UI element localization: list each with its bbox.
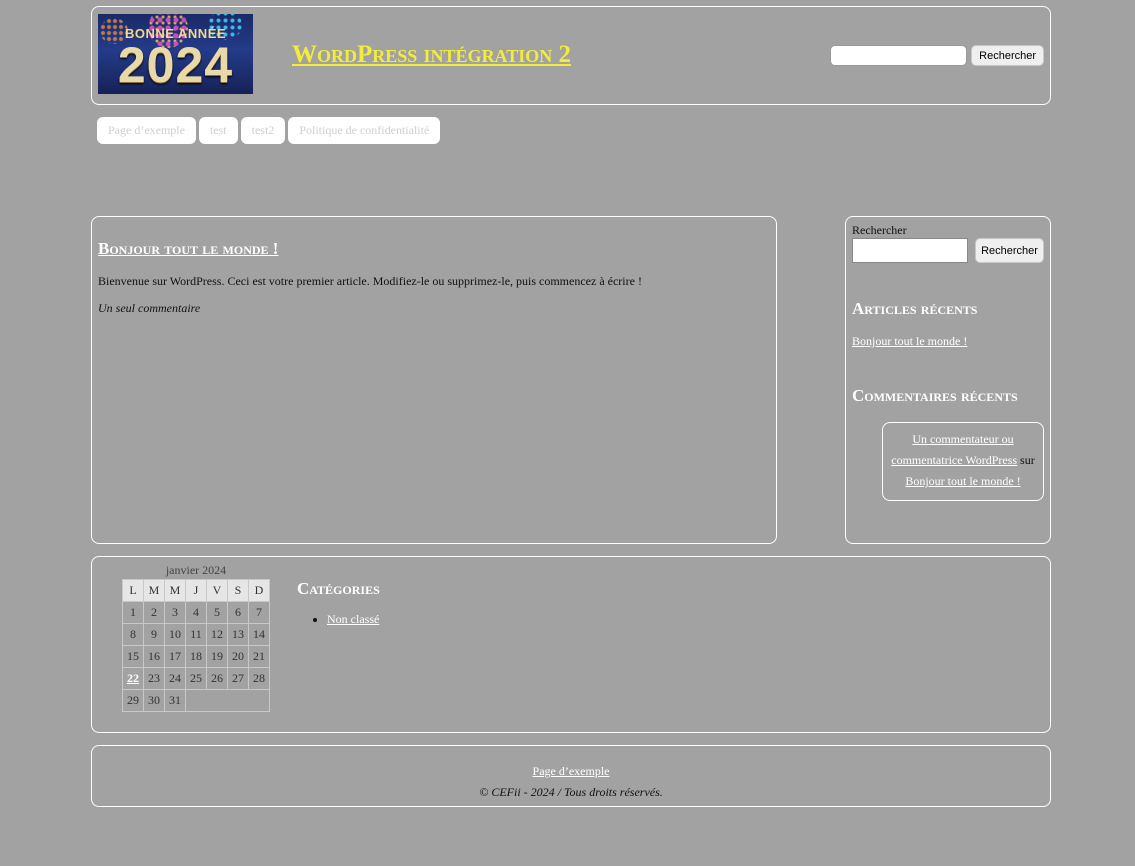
footer-widgets: janvier 2024 L M M J V S D 1 2 3 4 5 6 7 <box>91 556 1051 733</box>
footer-copyright: © CEFii - 2024 / Tous droits réservés. <box>479 785 663 799</box>
calendar-weekday: J <box>185 579 207 602</box>
site-title-link[interactable]: WordPress intégration 2 <box>292 41 571 69</box>
calendar-day: 7 <box>248 601 270 624</box>
calendar-week-row: 22 23 24 25 26 27 28 <box>122 667 270 690</box>
calendar-day: 6 <box>227 601 249 624</box>
calendar-weekday: V <box>206 579 228 602</box>
post-title-link[interactable]: Bonjour tout le monde ! <box>98 239 278 259</box>
calendar-day: 4 <box>185 601 207 624</box>
category-link[interactable]: Non classé <box>327 612 379 626</box>
calendar-day: 26 <box>206 667 228 690</box>
header-search-form: Rechercher <box>830 45 1044 66</box>
calendar-caption: janvier 2024 <box>165 563 227 577</box>
recent-comments-title: Commentaires récents <box>852 386 1018 405</box>
calendar-day: 9 <box>143 623 165 646</box>
site-footer: Page d’exemple © CEFii - 2024 / Tous dro… <box>91 745 1051 807</box>
calendar-empty-cell <box>185 689 270 712</box>
calendar-day: 31 <box>164 689 186 712</box>
calendar-day: 10 <box>164 623 186 646</box>
calendar-weekday: L <box>122 579 144 602</box>
calendar-day: 21 <box>248 645 270 668</box>
calendar-day: 30 <box>143 689 165 712</box>
header-search-button[interactable]: Rechercher <box>971 45 1044 66</box>
sidebar: Rechercher Rechercher Articles récents B… <box>845 216 1051 544</box>
category-item: Non classé <box>327 612 379 627</box>
main-content: Bonjour tout le monde ! Bienvenue sur Wo… <box>91 216 777 544</box>
calendar-day: 29 <box>122 689 144 712</box>
calendar-day: 1 <box>122 601 144 624</box>
calendar-day: 12 <box>206 623 228 646</box>
site-logo[interactable]: BONNE ANNÉE 2024 <box>98 14 253 94</box>
main-menu: Page d’exemple test test2 Politique de c… <box>97 117 441 144</box>
sidebar-search-input[interactable] <box>852 238 968 263</box>
calendar-day: 18 <box>185 645 207 668</box>
calendar-day: 19 <box>206 645 228 668</box>
comment-post-link[interactable]: Bonjour tout le monde ! <box>905 474 1020 488</box>
calendar-day: 11 <box>185 623 207 646</box>
calendar-day: 14 <box>248 623 270 646</box>
comment-author-link[interactable]: Un commentateur ou commentatrice WordPre… <box>891 432 1017 467</box>
calendar-day: 17 <box>164 645 186 668</box>
calendar-week-row: 8 9 10 11 12 13 14 <box>122 623 270 646</box>
calendar-day: 3 <box>164 601 186 624</box>
menu-item-page-exemple[interactable]: Page d’exemple <box>97 117 196 144</box>
header-search-input[interactable] <box>830 45 968 66</box>
calendar-week-row: 1 2 3 4 5 6 7 <box>122 601 270 624</box>
categories-list: Non classé <box>297 612 379 627</box>
calendar-weekday: M <box>143 579 165 602</box>
calendar-weekday-row: L M M J V S D <box>122 579 270 602</box>
calendar-day: 28 <box>248 667 270 690</box>
categories-title: Catégories <box>297 579 380 598</box>
post-excerpt: Bienvenue sur WordPress. Ceci est votre … <box>98 274 642 288</box>
recent-comment-item: Un commentateur ou commentatrice WordPre… <box>882 422 1044 501</box>
recent-posts-title: Articles récents <box>852 299 978 318</box>
calendar-day: 25 <box>185 667 207 690</box>
calendar-day: 24 <box>164 667 186 690</box>
comment-connector: sur <box>1020 453 1035 467</box>
calendar-day: 2 <box>143 601 165 624</box>
calendar-week-row: 29 30 31 <box>122 689 270 712</box>
calendar-day: 23 <box>143 667 165 690</box>
menu-item-politique[interactable]: Politique de confidentialité <box>288 117 441 144</box>
calendar-day: 8 <box>122 623 144 646</box>
calendar-widget: janvier 2024 L M M J V S D 1 2 3 4 5 6 7 <box>122 563 270 712</box>
post-comments-count[interactable]: Un seul commentaire <box>98 301 200 316</box>
calendar-today-link[interactable]: 22 <box>127 671 139 685</box>
calendar-day: 15 <box>122 645 144 668</box>
recent-post-link[interactable]: Bonjour tout le monde ! <box>852 334 967 349</box>
calendar-day: 16 <box>143 645 165 668</box>
calendar-day: 20 <box>227 645 249 668</box>
calendar-day: 5 <box>206 601 228 624</box>
sidebar-search-label: Rechercher <box>852 223 907 237</box>
calendar-weekday: S <box>227 579 249 602</box>
calendar-weekday: M <box>164 579 186 602</box>
calendar-week-row: 15 16 17 18 19 20 21 <box>122 645 270 668</box>
menu-item-test2[interactable]: test2 <box>240 117 286 144</box>
sidebar-search-button[interactable]: Rechercher <box>975 238 1044 263</box>
calendar-weekday: D <box>248 579 270 602</box>
calendar-day: 27 <box>227 667 249 690</box>
footer-page-link[interactable]: Page d’exemple <box>533 764 610 778</box>
menu-item-test[interactable]: test <box>198 117 238 144</box>
calendar-day-today[interactable]: 22 <box>122 667 144 690</box>
calendar-day: 13 <box>227 623 249 646</box>
site-header: BONNE ANNÉE 2024 WordPress intégration 2… <box>91 6 1051 105</box>
logo-line2: 2024 <box>117 37 234 93</box>
